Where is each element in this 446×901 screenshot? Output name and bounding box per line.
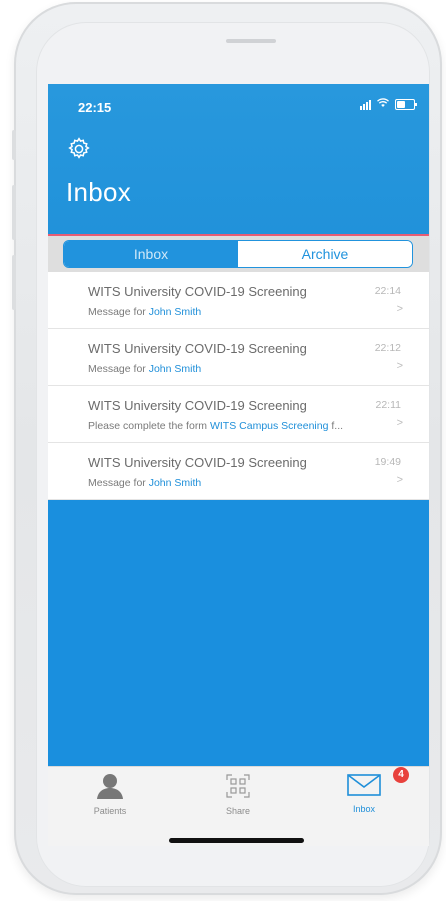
message-preview-link: John Smith	[148, 477, 202, 489]
segment-archive[interactable]: Archive	[238, 241, 412, 267]
message-title: WITS University COVID-19 Screening	[88, 398, 307, 413]
inbox-badge: 4	[393, 767, 409, 783]
tab-patients[interactable]: Patients	[70, 773, 150, 816]
tab-bar: Patients Share 4 Inbox	[48, 766, 429, 846]
segmented-control: Inbox Archive	[63, 240, 413, 268]
phone-speaker	[226, 39, 276, 43]
message-time: 22:12	[374, 342, 401, 354]
message-preview-suffix: f...	[328, 420, 344, 432]
signal-icon	[360, 99, 371, 110]
phone-side-button	[12, 130, 16, 160]
home-indicator[interactable]	[169, 838, 304, 843]
app-screen: 22:15 Inbox Inbox Archive WITS Universit…	[48, 84, 429, 846]
message-time: 22:14	[374, 285, 401, 297]
message-preview-prefix: Message for	[88, 477, 149, 489]
envelope-icon	[347, 774, 381, 796]
status-icons	[360, 98, 417, 111]
chevron-right-icon: >	[396, 417, 403, 429]
segment-inbox[interactable]: Inbox	[64, 241, 238, 267]
tab-inbox[interactable]: 4 Inbox	[324, 767, 409, 814]
app-header: 22:15 Inbox	[48, 84, 429, 236]
message-preview: Please complete the form WITS Campus Scr…	[88, 420, 343, 432]
message-preview-prefix: Message for	[88, 306, 149, 318]
tab-patients-label: Patients	[93, 806, 127, 816]
tab-share-label: Share	[225, 806, 251, 816]
qr-code-icon	[226, 774, 250, 798]
message-preview-prefix: Message for	[88, 363, 149, 375]
message-row[interactable]: WITS University COVID-19 Screening 22:14…	[48, 272, 429, 329]
tab-share[interactable]: Share	[198, 773, 278, 816]
person-icon	[97, 774, 123, 799]
message-preview-link: John Smith	[148, 363, 202, 375]
phone-volume-up-button	[12, 185, 16, 240]
chevron-right-icon: >	[396, 360, 403, 372]
chevron-right-icon: >	[396, 474, 403, 486]
status-time: 22:15	[78, 100, 112, 115]
message-preview: Message for John Smith	[88, 477, 201, 489]
message-preview-link: WITS Campus Screening	[209, 420, 329, 432]
message-preview-link: John Smith	[148, 306, 202, 318]
message-time: 22:11	[375, 399, 402, 411]
phone-volume-down-button	[12, 255, 16, 310]
battery-icon	[395, 99, 417, 110]
segment-bar: Inbox Archive	[48, 236, 429, 272]
message-title: WITS University COVID-19 Screening	[88, 455, 307, 470]
tab-inbox-label: Inbox	[352, 804, 376, 814]
message-preview: Message for John Smith	[88, 306, 201, 318]
page-title: Inbox	[66, 177, 132, 207]
message-row[interactable]: WITS University COVID-19 Screening 22:12…	[48, 329, 429, 386]
message-title: WITS University COVID-19 Screening	[88, 341, 307, 356]
message-preview-prefix: Please complete the form	[88, 420, 210, 432]
wifi-icon	[377, 98, 389, 111]
message-preview: Message for John Smith	[88, 363, 201, 375]
gear-icon[interactable]	[66, 136, 92, 162]
message-time: 19:49	[374, 456, 401, 468]
message-row[interactable]: WITS University COVID-19 Screening 22:11…	[48, 386, 429, 443]
chevron-right-icon: >	[396, 303, 403, 315]
message-list: WITS University COVID-19 Screening 22:14…	[48, 272, 429, 500]
message-row[interactable]: WITS University COVID-19 Screening 19:49…	[48, 443, 429, 500]
message-title: WITS University COVID-19 Screening	[88, 284, 307, 299]
